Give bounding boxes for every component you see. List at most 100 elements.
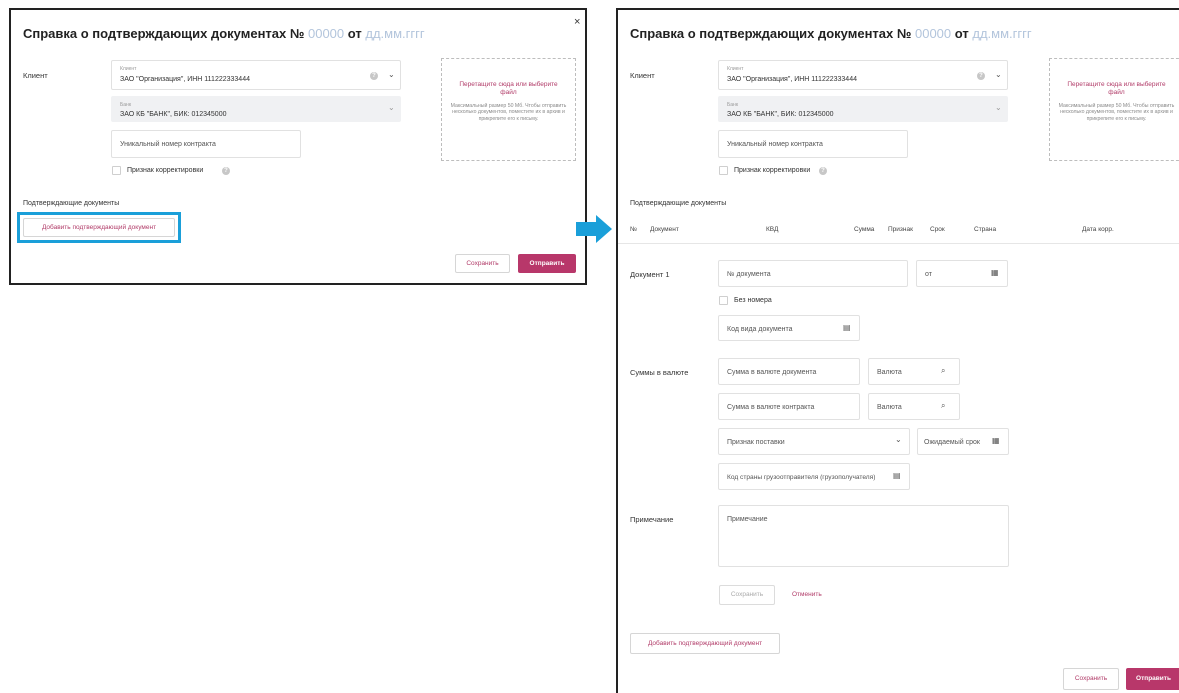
contract-placeholder: Уникальный номер контракта: [727, 141, 823, 148]
correction-label: Признак корректировки: [734, 167, 811, 174]
shipper-country-input[interactable]: Код страны грузоотправителя (грузополуча…: [718, 463, 910, 490]
add-document-button[interactable]: Добавить подтверждающий документ: [23, 218, 175, 237]
from-word: от: [954, 26, 969, 41]
note-label: Примечание: [630, 515, 674, 524]
document-label: Документ 1: [630, 270, 670, 279]
no-number-label: Без номера: [734, 297, 772, 304]
correction-checkbox[interactable]: [112, 166, 121, 175]
col-header-sign[interactable]: Признак: [888, 226, 913, 233]
help-icon[interactable]: ?: [222, 167, 230, 175]
client-value: ЗАО "Организация", ИНН 111222333444: [120, 76, 250, 83]
dropzone-title[interactable]: Перетащите сюда или выберите файл: [1050, 81, 1179, 97]
inner-save-button[interactable]: Сохранить: [719, 585, 775, 605]
contract-number-input[interactable]: Уникальный номер контракта: [111, 130, 301, 158]
amounts-label: Суммы в валюте: [630, 368, 689, 377]
client-label: Клиент: [630, 71, 655, 80]
col-header-kvd[interactable]: КВД: [766, 226, 778, 233]
help-icon[interactable]: ?: [819, 167, 827, 175]
currency-input-2[interactable]: Валюта ⌕: [868, 393, 960, 420]
client-value: ЗАО "Организация", ИНН 111222333444: [727, 76, 857, 83]
send-button[interactable]: Отправить: [518, 254, 576, 273]
chevron-down-icon[interactable]: ⌄: [895, 435, 902, 444]
clipboard-icon[interactable]: ▤: [843, 323, 851, 332]
help-icon[interactable]: ?: [977, 72, 985, 80]
send-button[interactable]: Отправить: [1126, 668, 1179, 690]
table-divider: [618, 243, 1179, 244]
bank-small-label: Банк: [120, 102, 132, 108]
chevron-down-icon[interactable]: ⌄: [388, 103, 395, 112]
search-icon[interactable]: ⌕: [941, 366, 945, 376]
doc-date-input[interactable]: от ▦: [916, 260, 1008, 287]
calendar-icon[interactable]: ▦: [991, 268, 999, 277]
col-header-document[interactable]: Документ: [650, 226, 679, 233]
client-small-label: Клиент: [727, 66, 744, 72]
dropzone-title[interactable]: Перетащите сюда или выберите файл: [442, 81, 575, 97]
bank-select[interactable]: Банк ЗАО КБ "БАНК", БИК: 012345000 ⌄: [111, 96, 401, 122]
help-icon[interactable]: ?: [370, 72, 378, 80]
bank-value: ЗАО КБ "БАНК", БИК: 012345000: [120, 111, 227, 118]
from-word: от: [347, 26, 362, 41]
chevron-down-icon[interactable]: ⌄: [388, 70, 395, 79]
doc-kind-input[interactable]: Код вида документа ▤: [718, 315, 860, 341]
page-title: Справка о подтверждающих документах № 00…: [630, 26, 1032, 41]
chevron-down-icon[interactable]: ⌄: [995, 70, 1002, 79]
clipboard-icon[interactable]: ▤: [893, 471, 901, 480]
note-textarea[interactable]: Примечание: [718, 505, 1009, 567]
col-header-sum[interactable]: Сумма: [854, 226, 874, 233]
col-header-num: №: [630, 226, 637, 233]
doc-number-input[interactable]: № документа: [718, 260, 908, 287]
bank-select[interactable]: Банк ЗАО КБ "БАНК", БИК: 012345000 ⌄: [718, 96, 1008, 122]
currency-placeholder: Валюта: [877, 369, 902, 376]
save-button[interactable]: Сохранить: [455, 254, 510, 273]
contract-placeholder: Уникальный номер контракта: [120, 141, 216, 148]
modal-after: Справка о подтверждающих документах № 00…: [616, 8, 1179, 693]
amount-doc-placeholder: Сумма в валюте документа: [727, 369, 817, 376]
search-icon[interactable]: ⌕: [941, 401, 945, 411]
title-text: Справка о подтверждающих документах №: [630, 26, 912, 41]
shipper-country-placeholder: Код страны грузоотправителя (грузополуча…: [727, 474, 876, 481]
correction-checkbox[interactable]: [719, 166, 728, 175]
file-dropzone[interactable]: Перетащите сюда или выберите файл Максим…: [1049, 58, 1179, 161]
date-input[interactable]: дд.мм.гггг: [365, 26, 424, 41]
col-header-corr-date[interactable]: Дата корр.: [1082, 226, 1114, 233]
expected-term-input[interactable]: Ожидаемый срок ▦: [917, 428, 1009, 455]
cancel-link[interactable]: Отменить: [792, 591, 822, 598]
title-text: Справка о подтверждающих документах №: [23, 26, 305, 41]
dropzone-hint: Максимальный размер 50 Мб. Чтобы отправи…: [450, 103, 567, 122]
currency-input-1[interactable]: Валюта ⌕: [868, 358, 960, 385]
no-number-checkbox[interactable]: [719, 296, 728, 305]
client-select[interactable]: Клиент ЗАО "Организация", ИНН 1112223334…: [111, 60, 401, 90]
number-input[interactable]: 00000: [915, 26, 951, 41]
currency-placeholder: Валюта: [877, 404, 902, 411]
doc-kind-placeholder: Код вида документа: [727, 326, 793, 333]
bank-value: ЗАО КБ "БАНК", БИК: 012345000: [727, 111, 834, 118]
docs-section-label: Подтверждающие документы: [630, 200, 727, 207]
arrow-right-icon: [576, 215, 612, 243]
doc-number-placeholder: № документа: [727, 271, 771, 278]
client-select[interactable]: Клиент ЗАО "Организация", ИНН 1112223334…: [718, 60, 1008, 90]
delivery-sign-select[interactable]: Признак поставки ⌄: [718, 428, 910, 455]
docs-section-label: Подтверждающие документы: [23, 200, 120, 207]
calendar-icon[interactable]: ▦: [992, 436, 1000, 445]
close-icon[interactable]: ×: [574, 16, 580, 28]
amount-doc-input[interactable]: Сумма в валюте документа: [718, 358, 860, 385]
chevron-down-icon[interactable]: ⌄: [995, 103, 1002, 112]
contract-number-input[interactable]: Уникальный номер контракта: [718, 130, 908, 158]
add-document-button[interactable]: Добавить подтверждающий документ: [630, 633, 780, 654]
number-input[interactable]: 00000: [308, 26, 344, 41]
save-button[interactable]: Сохранить: [1063, 668, 1119, 690]
note-placeholder: Примечание: [727, 516, 768, 523]
amount-contract-input[interactable]: Сумма в валюте контракта: [718, 393, 860, 420]
correction-label: Признак корректировки: [127, 167, 204, 174]
client-label: Клиент: [23, 71, 48, 80]
delivery-sign-placeholder: Признак поставки: [727, 439, 785, 446]
col-header-country[interactable]: Страна: [974, 226, 996, 233]
expected-term-placeholder: Ожидаемый срок: [924, 439, 980, 446]
dropzone-hint: Максимальный размер 50 Мб. Чтобы отправи…: [1058, 103, 1175, 122]
client-small-label: Клиент: [120, 66, 137, 72]
modal-before: Справка о подтверждающих документах № 00…: [9, 8, 587, 285]
col-header-term[interactable]: Срок: [930, 226, 945, 233]
file-dropzone[interactable]: Перетащите сюда или выберите файл Максим…: [441, 58, 576, 161]
bank-small-label: Банк: [727, 102, 739, 108]
date-input[interactable]: дд.мм.гггг: [972, 26, 1031, 41]
